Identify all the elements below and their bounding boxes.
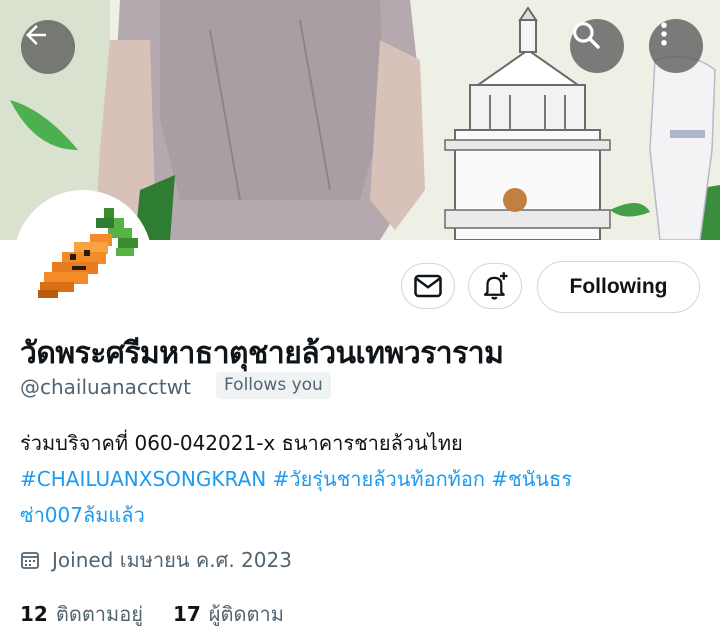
follows-you-badge: Follows you [216,372,331,399]
mail-icon [414,274,442,298]
hashtag-link[interactable]: #วัยรุ่นชายล้วนท้อกท้อก [273,467,485,491]
following-count: 12 [20,602,48,626]
following-label: ติดตามอยู่ [55,602,143,626]
calendar-icon [21,552,39,569]
following-button[interactable]: Following [537,261,700,313]
joined-text: Joined เมษายน ค.ศ. 2023 [52,548,292,572]
search-icon [573,22,600,49]
more-vertical-icon [661,22,667,46]
hashtag-link-continued[interactable]: ซ่า007ล้มแล้ว [20,497,680,533]
followers-label: ผู้ติดตาม [208,602,284,626]
followers-count: 17 [172,602,201,626]
followers-stat[interactable]: 17 ผู้ติดตาม [173,598,284,630]
hashtag-link[interactable]: #ชนันธร [491,467,572,491]
bio-hashtags-line: #CHAILUANXSONGKRAN #วัยรุ่นชายล้วนท้อกท้… [20,461,680,497]
back-button[interactable] [21,20,75,74]
joined-date: Joined เมษายน ค.ศ. 2023 [20,544,292,576]
following-stat[interactable]: 12 ติดตามอยู่ [20,598,143,630]
avatar[interactable] [14,190,152,328]
bio-text: ร่วมบริจาคที่ 060-042021-x ธนาคารชายล้วน… [20,431,463,455]
arrow-left-icon [26,25,46,45]
message-button[interactable] [401,263,455,309]
more-options-button[interactable] [649,19,703,73]
notifications-button[interactable] [468,263,522,309]
profile-bio: ร่วมบริจาคที่ 060-042021-x ธนาคารชายล้วน… [20,425,680,533]
search-button[interactable] [570,19,624,73]
username-handle: @chailuanacctwt [20,375,191,399]
follow-stats: 12 ติดตามอยู่ 17 ผู้ติดตาม [20,598,314,630]
display-name: วัดพระศรีมหาธาตุชายล้วนเทพวราราม [20,336,504,371]
pixel-carrot-avatar [18,194,148,324]
hashtag-link[interactable]: #CHAILUANXSONGKRAN [20,467,266,491]
bell-plus-icon [483,272,508,300]
